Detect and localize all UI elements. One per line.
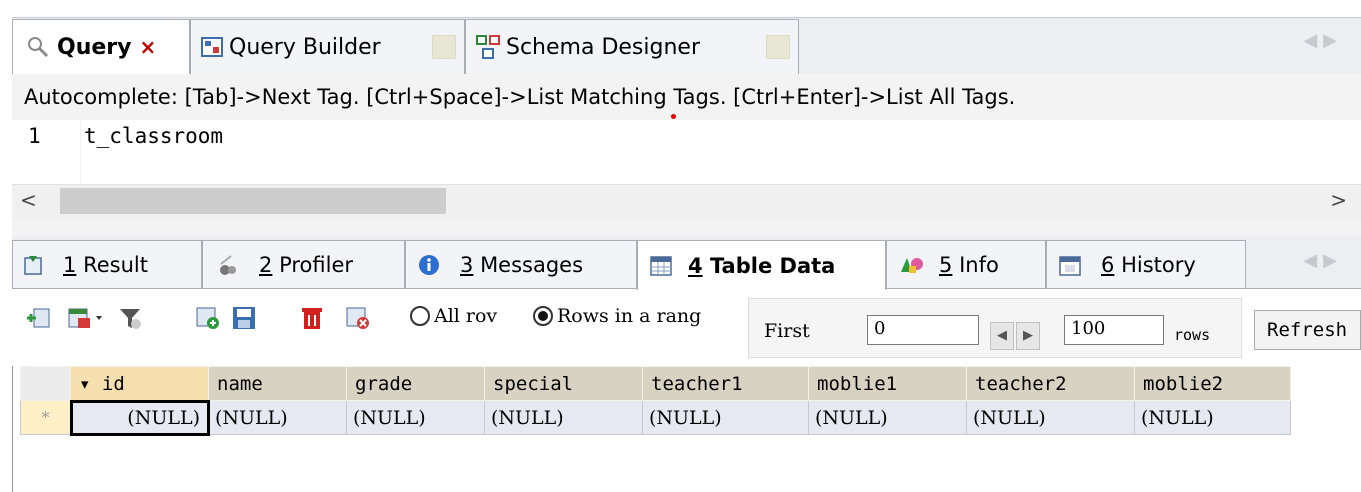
grid-header-row: ▾ id name grade special teacher1 moblie1… <box>20 366 1291 401</box>
profiler-icon <box>217 254 239 276</box>
editor-line[interactable]: t_classroom <box>84 124 223 148</box>
tab-result-num: 1 <box>63 253 77 277</box>
column-header-special[interactable]: special <box>484 366 643 401</box>
new-row-marker: * <box>20 400 71 435</box>
column-header-moblie1[interactable]: moblie1 <box>808 366 967 401</box>
scroll-left-icon[interactable]: < <box>20 188 37 212</box>
tab-query[interactable]: Query × <box>12 19 190 74</box>
tab-table-data[interactable]: 4 Table Data <box>637 240 886 290</box>
column-header-teacher2[interactable]: teacher2 <box>966 366 1135 401</box>
placeholder-icon <box>432 35 456 59</box>
calendar-icon <box>1059 254 1081 276</box>
cell-moblie1[interactable]: (NULL) <box>808 400 967 435</box>
line-number-gutter <box>12 120 81 184</box>
export-menu-icon[interactable] <box>68 306 112 330</box>
tab-profiler-label: Profiler <box>279 253 353 277</box>
tab-messages-num: 3 <box>460 253 474 277</box>
cell-id[interactable]: (NULL) <box>69 399 210 436</box>
filter-icon[interactable] <box>118 306 142 330</box>
tab-query-builder-label: Query Builder <box>229 34 381 60</box>
placeholder-icon <box>766 35 790 59</box>
shapes-icon <box>899 254 925 276</box>
tab-profiler[interactable]: 2 Profiler <box>202 240 405 289</box>
grid-corner[interactable] <box>20 366 71 401</box>
tab-messages[interactable]: 3 Messages <box>405 240 637 289</box>
cell-special[interactable]: (NULL) <box>484 400 643 435</box>
tab-result-label: Result <box>83 253 148 277</box>
tab-schema-designer[interactable]: Schema Designer <box>465 19 799 74</box>
column-header-moblie2[interactable]: moblie2 <box>1134 366 1291 401</box>
previous-page-button[interactable]: ◀ <box>990 322 1014 350</box>
tab-info[interactable]: 5 Info <box>886 240 1046 289</box>
add-record-icon[interactable] <box>196 306 220 330</box>
tab-history[interactable]: 6 History <box>1046 240 1246 289</box>
column-header-grade[interactable]: grade <box>346 366 485 401</box>
column-header-teacher1[interactable]: teacher1 <box>642 366 809 401</box>
next-page-button[interactable]: ▶ <box>1016 322 1040 350</box>
scroll-right-icon[interactable]: > <box>1330 188 1347 212</box>
error-marker <box>671 114 676 119</box>
first-label: First <box>764 320 810 342</box>
save-icon[interactable] <box>232 306 256 330</box>
all-rows-radio[interactable] <box>410 306 430 326</box>
refresh-button[interactable]: Refresh <box>1254 310 1361 350</box>
result-icon <box>23 254 43 276</box>
tab-profiler-num: 2 <box>259 253 273 277</box>
line-number: 1 <box>28 124 41 148</box>
cell-moblie2[interactable]: (NULL) <box>1134 400 1291 435</box>
table-icon <box>650 255 672 277</box>
rows-label: rows <box>1174 326 1211 344</box>
query-builder-icon <box>201 36 223 58</box>
tab-result[interactable]: 1 Result <box>12 240 202 289</box>
cell-teacher2[interactable]: (NULL) <box>966 400 1135 435</box>
cell-grade[interactable]: (NULL) <box>346 400 485 435</box>
tab-scroll-arrows[interactable]: ◀▶ <box>1303 30 1343 51</box>
row-count-input[interactable]: 100 <box>1064 315 1164 345</box>
tab-history-label: History <box>1121 253 1196 277</box>
tab-table-data-label: Table Data <box>709 253 836 278</box>
tab-table-data-num: 4 <box>688 253 703 278</box>
pane-splitter[interactable] <box>12 219 1361 237</box>
tab-info-label: Info <box>959 253 999 277</box>
table-row[interactable]: * (NULL) (NULL) (NULL) (NULL) (NULL) (NU… <box>20 399 1291 436</box>
schema-designer-icon <box>476 35 500 59</box>
grid-left-border <box>12 366 13 492</box>
cell-name[interactable]: (NULL) <box>208 400 347 435</box>
first-row-input[interactable]: 0 <box>867 315 979 345</box>
all-rows-label: All rov <box>434 305 498 327</box>
cell-teacher1[interactable]: (NULL) <box>642 400 809 435</box>
close-icon[interactable]: × <box>139 35 156 59</box>
rows-in-range-radio[interactable] <box>533 306 553 326</box>
column-header-id[interactable]: ▾ id <box>70 366 209 401</box>
tab-messages-label: Messages <box>480 253 584 277</box>
scrollbar-thumb[interactable] <box>60 188 446 214</box>
rows-in-range-label: Rows in a rang <box>557 305 702 327</box>
result-tab-scroll-arrows[interactable]: ◀▶ <box>1303 250 1343 271</box>
tab-query-builder[interactable]: Query Builder <box>190 19 465 74</box>
autocomplete-hint: Autocomplete: [Tab]->Next Tag. [Ctrl+Spa… <box>12 74 1361 120</box>
insert-row-icon[interactable] <box>26 306 50 330</box>
tab-history-num: 6 <box>1101 253 1115 277</box>
tab-query-label: Query <box>57 34 132 60</box>
delete-icon[interactable] <box>300 306 324 330</box>
query-icon <box>27 35 51 59</box>
cancel-changes-icon[interactable] <box>346 306 370 330</box>
column-header-name[interactable]: name <box>208 366 347 401</box>
info-icon <box>418 254 440 276</box>
data-grid[interactable]: ▾ id name grade special teacher1 moblie1… <box>20 366 1291 436</box>
tab-schema-designer-label: Schema Designer <box>506 34 700 60</box>
tab-info-num: 5 <box>939 253 953 277</box>
